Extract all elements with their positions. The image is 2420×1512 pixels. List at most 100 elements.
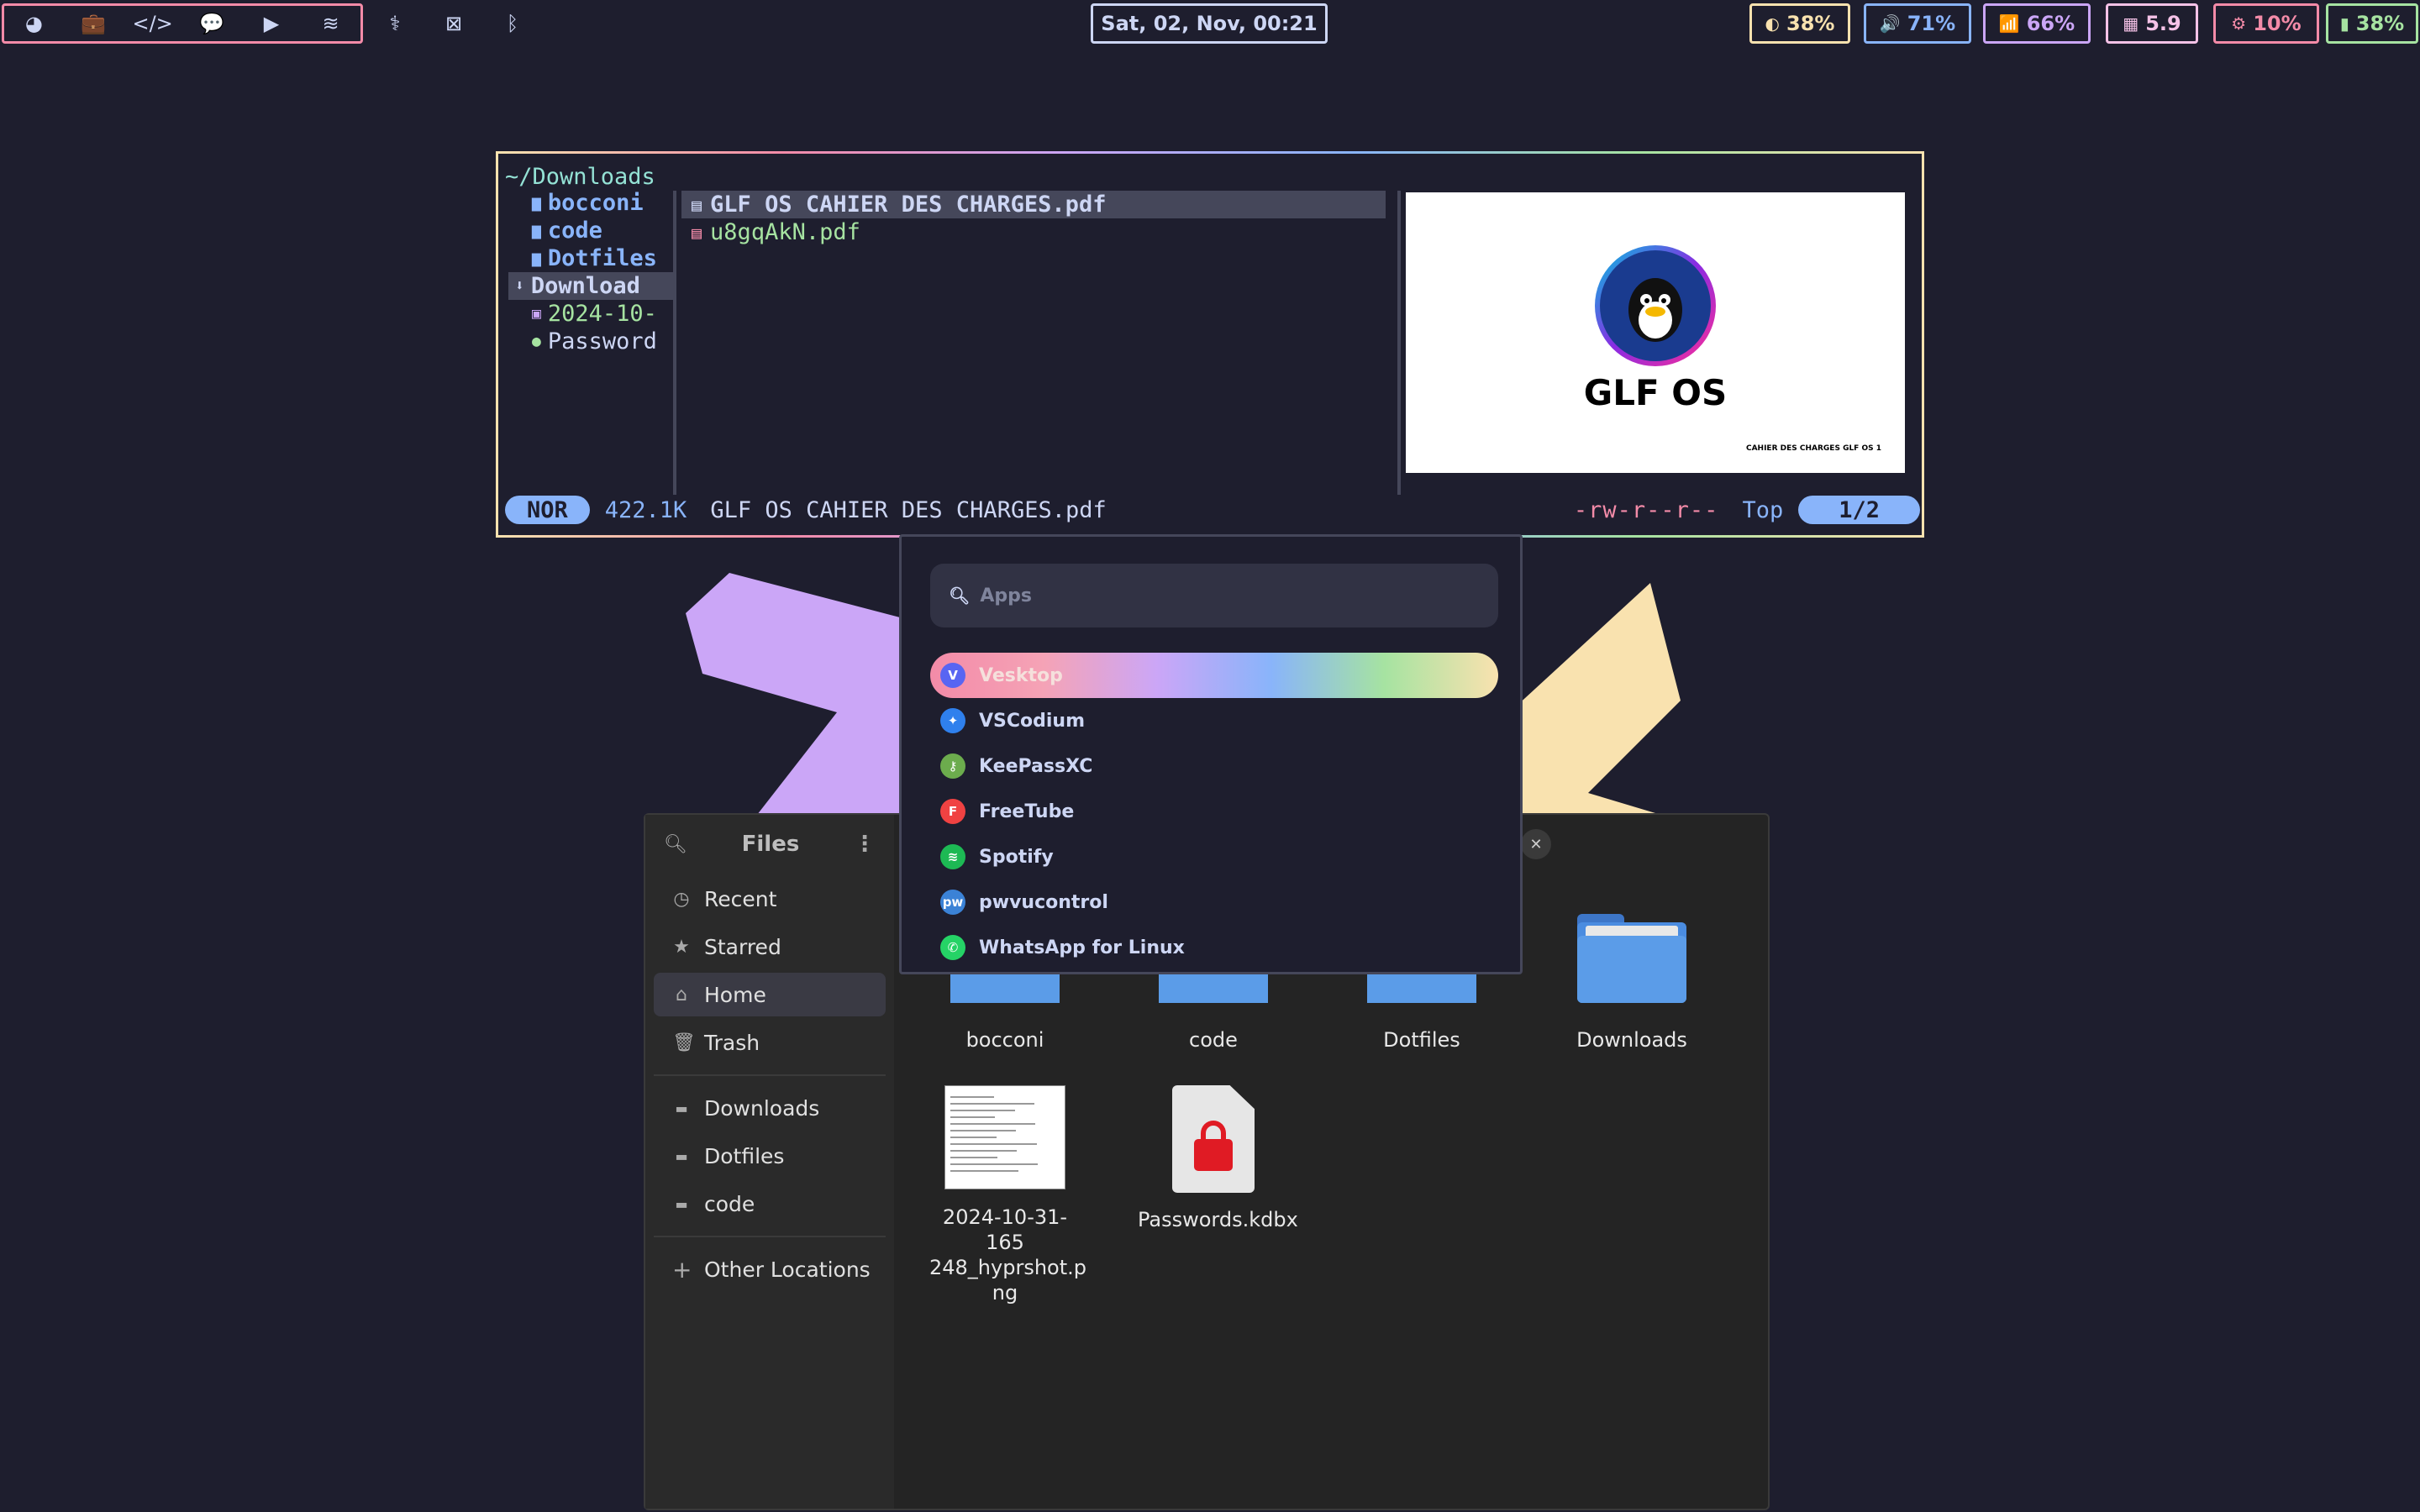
sidebar-item-label: Trash [704, 1030, 760, 1055]
app-item-vscodium[interactable]: ✦ VSCodium [930, 698, 1498, 743]
sidebar-item-starred[interactable]: ★ Starred [654, 925, 886, 969]
wallpaper-yellow-shape [1504, 583, 1681, 835]
parent-entry[interactable]: ▣ 2024-10- [508, 300, 675, 328]
app-item-whatsapp-for-linux[interactable]: ✆ WhatsApp for Linux [930, 925, 1498, 970]
file-entry[interactable]: ▤ GLF OS CAHIER DES CHARGES.pdf [681, 191, 1386, 218]
app-item-keepassxc[interactable]: ⚷ KeePassXC [930, 743, 1498, 789]
image-icon: ▣ [532, 305, 541, 323]
search-placeholder: Apps [980, 585, 1033, 606]
briefcase-icon[interactable]: 💼 [76, 7, 110, 40]
app-label: VSCodium [979, 710, 1086, 732]
trash-icon: 🗑 [672, 1032, 696, 1053]
sidebar-item-label: Downloads [704, 1095, 820, 1121]
screen-share-off-icon[interactable]: ⊠ [439, 12, 469, 35]
wifi-indicator[interactable]: 📶 66% [1983, 3, 2091, 44]
volume-icon: 🔊 [1879, 13, 1901, 34]
file-item[interactable]: 2024-10-31-165 248_hyprshot.p ng [929, 1085, 1086, 1305]
app-item-spotify[interactable]: ≋ Spotify [930, 834, 1498, 879]
pdf-preview: GLF OS CAHIER DES CHARGES GLF OS 1 [1406, 192, 1905, 473]
app-label: pwvucontrol [979, 891, 1108, 913]
launcher-search-input[interactable]: 🔍︎ Apps [930, 564, 1498, 627]
sidebar-item-downloads[interactable]: ▬ Downloads [654, 1086, 886, 1130]
entry-label: u8gqAkN.pdf [710, 219, 860, 245]
file-item-label: code [1189, 1028, 1238, 1052]
code-icon[interactable]: </> [132, 7, 172, 40]
keepassxc-icon: ⚷ [940, 753, 965, 779]
folder-icon: ▬ [675, 1100, 688, 1116]
gaming-linux-fr-logo [1595, 245, 1716, 366]
file-item-label: Dotfiles [1383, 1028, 1460, 1052]
app-item-freetube[interactable]: F FreeTube [930, 789, 1498, 834]
sidebar-item-label: Recent [704, 886, 777, 911]
folder-icon: ▬ [675, 1195, 688, 1212]
entry-label: Password [547, 328, 657, 354]
parent-entry[interactable]: ● Password [508, 328, 675, 355]
spotify-icon: ≋ [940, 844, 965, 869]
sidebar-divider [654, 1074, 886, 1076]
app-title: Files [741, 832, 800, 857]
file-item[interactable]: Passwords.kdbx [1138, 1085, 1298, 1231]
files-sidebar: 🔍︎ Files ⋮ ◷ Recent ★ Starred ⌂ Home 🗑 Trash ▬ D… [645, 815, 894, 1509]
pane-divider [673, 191, 676, 495]
file-size: 422.1K [604, 496, 687, 523]
cpu-indicator[interactable]: ⚙ 10% [2213, 3, 2319, 44]
close-button[interactable]: ✕ [1521, 829, 1551, 859]
chat-bubbles-icon[interactable]: 💬 [195, 7, 229, 40]
scroll-position: Top [1742, 496, 1784, 523]
caduceus-icon[interactable]: ⚕ [380, 12, 410, 35]
folder-icon: ▆ [532, 222, 541, 239]
lock-file-icon [1172, 1085, 1255, 1193]
cpu-icon: ⚙ [2231, 13, 2247, 34]
sidebar-item-home[interactable]: ⌂ Home [654, 973, 886, 1016]
pwvucontrol-icon: pw [940, 890, 965, 915]
volume-indicator[interactable]: 🔊 71% [1864, 3, 1971, 44]
sidebar-item-recent[interactable]: ◷ Recent [654, 877, 886, 921]
app-item-pwvucontrol[interactable]: pw pwvucontrol [930, 879, 1498, 925]
file-item-label: Downloads [1576, 1028, 1687, 1052]
freetube-icon: F [940, 799, 965, 824]
parent-entry[interactable]: ▆ Dotfiles [508, 244, 675, 272]
search-icon[interactable]: 🔍︎ [664, 834, 687, 855]
plus-icon: + [672, 1255, 692, 1284]
sidebar-item-code[interactable]: ▬ code [654, 1182, 886, 1226]
current-path: ~/Downloads [505, 164, 655, 190]
spotify-icon[interactable]: ≋ [314, 7, 348, 40]
circle-half-icon[interactable]: ◕ [17, 7, 50, 40]
file-entry[interactable]: ▤ u8gqAkN.pdf [681, 218, 1386, 246]
battery-value: 38% [2355, 12, 2405, 35]
sidebar-item-other-locations[interactable]: + Other Locations [654, 1247, 886, 1291]
workspace-switcher: ◕ 💼 </> 💬 ▶ ≋ [2, 3, 363, 44]
pdf-file-icon: ▤ [692, 222, 702, 243]
app-item-vesktop[interactable]: V Vesktop [930, 653, 1498, 698]
file-permissions: -rw-r--r-- [1573, 496, 1719, 523]
app-label: WhatsApp for Linux [979, 937, 1185, 958]
sidebar-item-trash[interactable]: 🗑 Trash [654, 1021, 886, 1064]
entry-label: Download [530, 273, 640, 299]
app-label: Spotify [979, 846, 1054, 868]
bluetooth-icon[interactable]: ᛒ [497, 12, 528, 35]
battery-indicator[interactable]: ▮ 38% [2326, 3, 2418, 44]
brightness-icon: ◐ [1765, 13, 1780, 34]
app-label: KeePassXC [979, 755, 1093, 777]
sidebar-item-dotfiles[interactable]: ▬ Dotfiles [654, 1134, 886, 1178]
parent-entry[interactable]: ▆ code [508, 217, 675, 244]
youtube-icon[interactable]: ▶ [255, 7, 288, 40]
brightness-indicator[interactable]: ◐ 38% [1749, 3, 1850, 44]
parent-entry[interactable]: ▆ bocconi [508, 189, 675, 217]
system-tray: ⚕ ⊠ ᛒ [380, 5, 528, 42]
memory-value: 5.9 [2145, 12, 2181, 35]
clock[interactable]: Sat, 02, Nov, 00:21 [1091, 3, 1328, 44]
lock-icon: ● [532, 333, 541, 350]
folder-icon: ▆ [532, 249, 541, 267]
cpu-value: 10% [2253, 12, 2302, 35]
clock-icon: ◷ [673, 888, 690, 910]
app-label: FreeTube [979, 801, 1075, 822]
yazi-terminal-window: ~/Downloads ▆ bocconi ▆ code ▆ Dotfiles ⬇ Downl… [496, 151, 1924, 538]
main-menu-icon[interactable]: ⋮ [854, 832, 876, 857]
parent-entry[interactable]: ⬇ Download [508, 272, 675, 300]
app-list: V Vesktop ✦ VSCodium ⚷ KeePassXC F FreeTube ≋ Spo… [930, 653, 1498, 970]
battery-icon: ▮ [2339, 13, 2349, 34]
search-icon: 🔍︎ [949, 585, 971, 606]
memory-indicator[interactable]: ▦ 5.9 [2106, 3, 2198, 44]
file-item[interactable]: Downloads [1556, 914, 1707, 1052]
